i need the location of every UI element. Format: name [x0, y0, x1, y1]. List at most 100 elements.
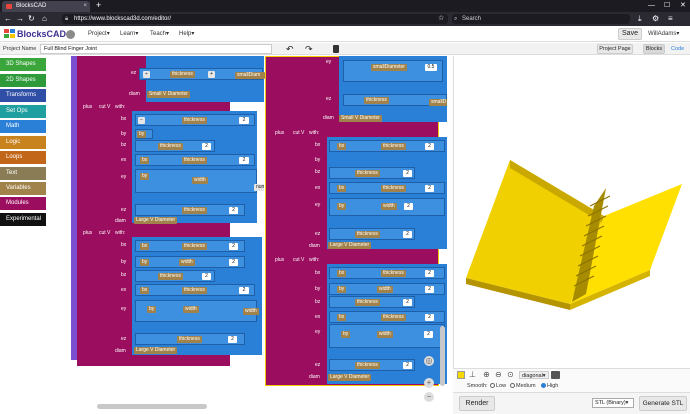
op-field[interactable]: ÷ [143, 71, 150, 78]
new-tab-button[interactable]: + [96, 0, 101, 11]
maximize-icon[interactable]: ☐ [664, 0, 670, 11]
home-icon[interactable]: ⌂ [42, 12, 47, 26]
smooth-high-option[interactable]: High [541, 382, 558, 390]
var-small-v-diameter[interactable]: Small V Diameter [339, 115, 382, 122]
var-bx[interactable]: bx [337, 143, 347, 150]
number-field[interactable]: 2 [403, 362, 412, 369]
var-thickness[interactable]: thickness [158, 273, 183, 280]
category-variables[interactable]: Variables [0, 182, 46, 195]
number-field[interactable]: 2 [403, 170, 412, 177]
address-bar[interactable]: 🔒︎ https://www.blockscad3d.com/editor/ [62, 14, 448, 24]
number-field[interactable]: 2 [202, 143, 211, 150]
menu-help[interactable]: Help▾ [179, 26, 194, 42]
category-loops[interactable]: Loops [0, 151, 46, 164]
number-field[interactable]: 2 [239, 157, 249, 164]
menu-project[interactable]: Project▾ [88, 26, 110, 42]
var-thickness[interactable]: thickness [355, 231, 380, 238]
cut-v-block[interactable] [290, 256, 330, 384]
category-3d-shapes[interactable]: 3D Shapes [0, 58, 46, 71]
var-large-v-diameter[interactable]: Large V Diameter [328, 374, 372, 381]
generate-stl-button[interactable]: Generate STL [639, 396, 687, 411]
camera-icon[interactable] [551, 371, 560, 379]
number-field[interactable]: 2 [228, 336, 237, 343]
var-by[interactable]: by [140, 259, 150, 266]
var-thickness[interactable]: thickness [182, 207, 207, 214]
window-close-icon[interactable]: ✕ [680, 0, 686, 11]
number-field[interactable]: 2 [229, 259, 238, 266]
var-thickness[interactable]: thickness [182, 117, 207, 124]
blocks-tab[interactable]: Blocks [643, 44, 665, 54]
browser-tab[interactable]: BlocksCAD × [2, 1, 90, 12]
zoom-in-icon[interactable]: ⊕ [483, 370, 490, 380]
downloads-icon[interactable]: ⤓ [638, 12, 642, 26]
reset-view-icon[interactable]: ⊙ [507, 370, 514, 380]
var-thickness[interactable]: thickness [364, 97, 389, 104]
var-width[interactable]: width [243, 308, 259, 315]
var-bx[interactable]: bx [140, 287, 150, 294]
var-large-v-diameter[interactable]: Large V Diameter [134, 217, 178, 224]
var-large-v-diameter[interactable]: Large V Diameter [328, 242, 372, 249]
var-large-v-diameter[interactable]: Large V Diameter [134, 347, 178, 354]
trash-icon[interactable] [333, 45, 339, 53]
number-field[interactable]: 2 [239, 117, 249, 124]
number-field[interactable]: 2 [424, 331, 433, 338]
var-thickness[interactable]: thickness [355, 362, 380, 369]
var-width[interactable]: width [381, 203, 397, 210]
number-field[interactable]: 2 [425, 286, 434, 293]
number-field[interactable]: 2 [229, 207, 238, 214]
cut-v-block[interactable] [290, 129, 330, 249]
axes-icon[interactable]: ⊥ [469, 370, 476, 380]
number-field[interactable]: 2 [229, 243, 238, 250]
zoom-out-icon[interactable]: ⊖ [495, 370, 502, 380]
number-field[interactable]: 2 [425, 270, 434, 277]
var-bx[interactable]: bx [337, 314, 347, 321]
extensions-icon[interactable]: ⚙ [652, 12, 659, 26]
number-field[interactable]: 2 [239, 287, 249, 294]
var-by[interactable]: by [337, 203, 347, 210]
category-math[interactable]: Math [0, 120, 46, 133]
model-color-swatch[interactable] [457, 371, 465, 379]
var-bx[interactable]: bx [337, 270, 347, 277]
number-field[interactable]: 2 [403, 231, 412, 238]
minimize-icon[interactable]: — [648, 0, 655, 11]
undo-icon[interactable]: ↶ [286, 44, 294, 54]
bookmark-star-icon[interactable]: ☆ [438, 12, 444, 26]
var-bx[interactable]: bx [140, 243, 150, 250]
globe-icon[interactable] [66, 30, 75, 39]
var-by[interactable]: by [341, 331, 351, 338]
op-field[interactable]: − [138, 117, 145, 124]
var-width[interactable]: width [179, 259, 195, 266]
var-thickness[interactable]: thickness [381, 143, 406, 150]
var-smalldiameter[interactable]: smallD [429, 99, 447, 106]
var-smalldiameter[interactable]: smallDiam [235, 72, 265, 79]
number-field[interactable]: 2 [404, 203, 413, 210]
var-thickness[interactable]: thickness [182, 157, 207, 164]
var-thickness[interactable]: thickness [158, 143, 183, 150]
number-field[interactable]: 2 [425, 185, 434, 192]
category-set-ops[interactable]: Set Ops [0, 105, 46, 118]
search-input[interactable]: ⌕ Search [452, 14, 630, 24]
var-thickness[interactable]: thickness [381, 314, 406, 321]
zoom-out-icon[interactable]: − [424, 392, 434, 402]
category-2d-shapes[interactable]: 2D Shapes [0, 74, 46, 87]
var-width[interactable]: width [183, 306, 199, 313]
number-field[interactable]: num [254, 184, 264, 191]
var-by[interactable]: by [140, 173, 150, 180]
var-bx[interactable]: bx [337, 185, 347, 192]
var-bx[interactable]: bx [140, 157, 150, 164]
number-field[interactable]: 2 [202, 273, 211, 280]
close-tab-icon[interactable]: × [83, 1, 87, 12]
category-transforms[interactable]: Transforms [0, 89, 46, 102]
back-icon[interactable]: ← [4, 12, 12, 26]
number-field[interactable]: 2 [403, 299, 412, 306]
project-page-button[interactable]: Project Page [597, 44, 633, 54]
var-thickness[interactable]: thickness [182, 287, 207, 294]
category-experimental[interactable]: Experimental [0, 213, 46, 226]
menu-teach[interactable]: Teach▾ [150, 26, 169, 42]
var-by[interactable]: by [137, 131, 147, 138]
redo-icon[interactable]: ↷ [305, 44, 313, 54]
category-text[interactable]: Text [0, 167, 46, 180]
var-width[interactable]: width [377, 286, 393, 293]
project-name-input[interactable]: Full Blind Finger Joint [40, 44, 272, 54]
horizontal-scrollbar[interactable] [97, 404, 207, 409]
